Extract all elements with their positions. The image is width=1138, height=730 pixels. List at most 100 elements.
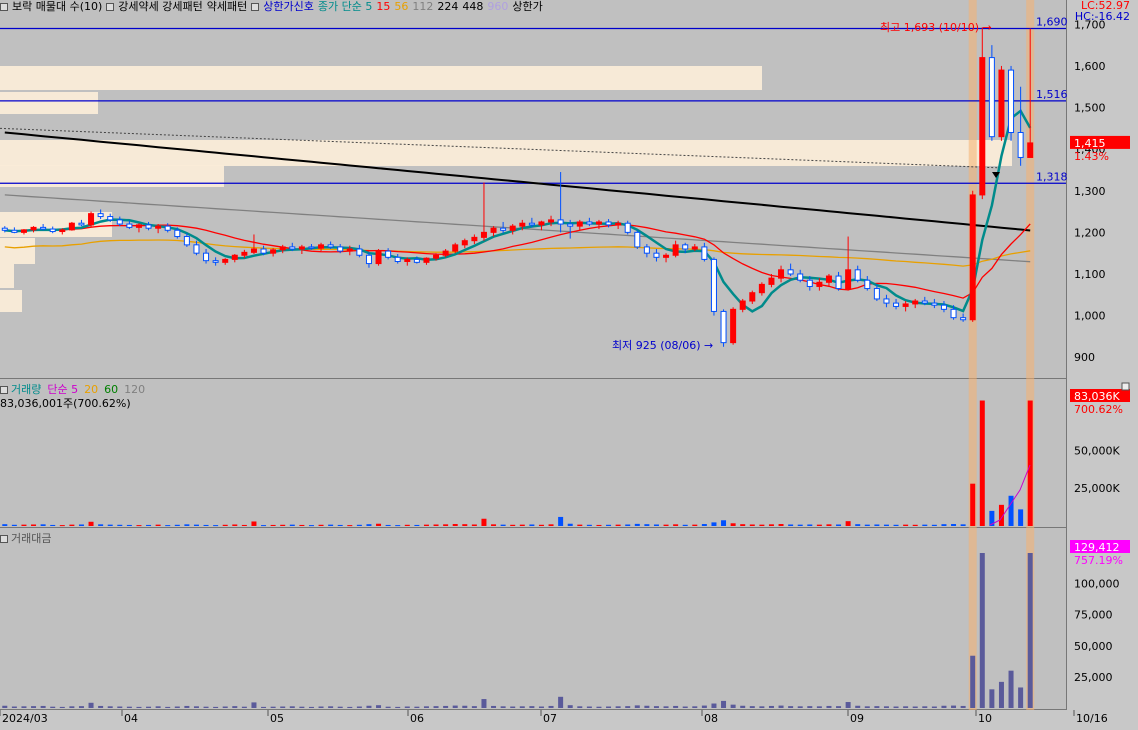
volume-bar xyxy=(538,524,544,526)
volume-bar xyxy=(721,520,727,526)
amount-toggle-icon[interactable] xyxy=(0,535,8,543)
volume-bar xyxy=(184,524,190,526)
amount-bar xyxy=(1008,670,1014,708)
amount-bar xyxy=(213,706,219,708)
amount-bar xyxy=(78,706,84,708)
volume-bar xyxy=(970,483,976,526)
legend-item[interactable]: 상한가 xyxy=(512,0,542,13)
amount-bar xyxy=(577,706,583,708)
amount-badge-label: 129,412 xyxy=(1074,541,1120,554)
volume-bar xyxy=(289,524,295,526)
legend-toggle-icon[interactable] xyxy=(251,3,260,11)
amount-bar xyxy=(155,706,161,708)
volume-bar xyxy=(59,525,65,527)
volume-bar xyxy=(155,524,161,526)
stock-chart[interactable]: 1,690 1,516 1,318 최고 1,693 (10/10) → 최저 925 … xyxy=(0,0,1138,730)
volume-bar xyxy=(653,524,659,526)
legend-item[interactable]: 15 xyxy=(376,0,390,13)
candle-body xyxy=(960,317,967,321)
amount-bar xyxy=(280,706,286,708)
legend-item[interactable]: 448 xyxy=(462,0,483,13)
amount-badge-pct: 757.19% xyxy=(1074,554,1123,567)
volume-bar xyxy=(903,524,909,526)
amount-bar xyxy=(721,700,727,708)
legend-item[interactable]: 112 xyxy=(412,0,433,13)
legend-label: 상한가 xyxy=(512,0,543,13)
amount-bar xyxy=(491,705,497,708)
amount-bar xyxy=(529,706,535,708)
legend-item[interactable]: 보락 매물대 수(10) xyxy=(0,0,102,13)
amount-bar xyxy=(462,705,468,708)
candle-body xyxy=(318,244,325,249)
volume-profile-bar xyxy=(0,92,98,114)
volume-tick-label: 25,000K xyxy=(1074,482,1120,495)
candle-body xyxy=(279,246,286,251)
amount-bar xyxy=(740,705,746,708)
volume-bar xyxy=(98,524,104,526)
candle-body xyxy=(365,254,372,265)
price-tick-label: 1,600 xyxy=(1074,60,1106,73)
volume-bar xyxy=(462,524,468,526)
candle-body xyxy=(174,229,181,238)
legend-item[interactable]: 강세약세 강세패턴 xyxy=(106,0,203,13)
legend-toggle-icon[interactable] xyxy=(106,3,115,11)
amount-bar xyxy=(31,706,37,708)
amount-bar xyxy=(673,705,679,708)
volume-bar xyxy=(807,524,813,526)
amount-bar xyxy=(970,655,976,708)
volume-bar xyxy=(40,524,46,526)
amount-bar xyxy=(117,706,123,708)
candle-body xyxy=(710,258,717,312)
volume-bar xyxy=(414,524,420,526)
amount-bar xyxy=(1018,687,1024,708)
volume-bar xyxy=(874,524,880,526)
candle-body xyxy=(433,254,440,259)
volume-value: 83,036,001주(700.62%) xyxy=(0,397,131,410)
amount-bar xyxy=(222,706,228,708)
legend-toggle-icon[interactable] xyxy=(0,3,8,11)
candle-body xyxy=(931,302,938,306)
candle-body xyxy=(739,300,746,310)
time-tick-label: 07 xyxy=(543,712,557,725)
candle-body xyxy=(145,224,152,229)
candle-body xyxy=(442,250,449,256)
volume-bar xyxy=(586,524,592,526)
volume-bar xyxy=(241,524,247,526)
amount-bar xyxy=(663,706,669,708)
legend-item[interactable]: 960 xyxy=(487,0,508,13)
legend-item[interactable]: 56 xyxy=(394,0,408,13)
amount-bar xyxy=(88,702,94,708)
volume-bar xyxy=(816,524,822,526)
volume-bar xyxy=(165,525,171,527)
time-tick-label: 10/16 xyxy=(1076,712,1108,725)
volume-bar xyxy=(21,524,27,526)
legend-item[interactable]: 상한가신호 xyxy=(251,0,314,13)
volume-bar xyxy=(1018,509,1024,526)
candle-body xyxy=(241,251,248,256)
volume-bar xyxy=(270,524,276,526)
moving-average-line xyxy=(4,239,1031,267)
amount-bar xyxy=(50,706,56,708)
legend-item[interactable]: 종가 단순 5 xyxy=(318,0,372,13)
candle-body xyxy=(912,300,919,305)
amount-bar xyxy=(768,705,774,708)
candle-body xyxy=(250,248,257,253)
volume-bar xyxy=(11,524,17,526)
volume-toggle-icon[interactable] xyxy=(0,386,8,394)
legend-item[interactable]: 약세패턴 xyxy=(207,0,247,13)
amount-bar xyxy=(596,706,602,708)
amount-tick-label: 100,000 xyxy=(1074,578,1120,591)
amount-legend-label: 거래대금 xyxy=(11,532,52,545)
volume-bar xyxy=(625,524,631,526)
volume-bar xyxy=(606,524,612,526)
legend-item[interactable]: 224 xyxy=(437,0,458,13)
volume-bar xyxy=(912,524,918,526)
amount-bar xyxy=(146,706,152,708)
candle-body xyxy=(260,248,267,254)
candle-body xyxy=(730,308,737,344)
volume-bar xyxy=(749,524,755,526)
candle-body xyxy=(231,254,238,260)
volume-bar xyxy=(117,524,123,526)
volume-bar xyxy=(337,524,343,526)
volume-bar xyxy=(193,524,199,526)
